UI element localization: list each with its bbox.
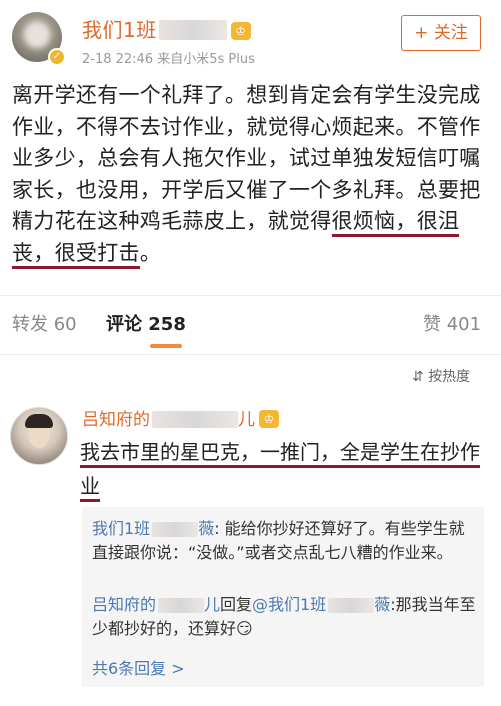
redacted-name <box>158 598 205 613</box>
commenter-avatar[interactable] <box>10 407 68 465</box>
post-body: 离开学还有一个礼拜了。想到肯定会有学生没完成作业，不得不去讨作业，就觉得心烦起来… <box>12 80 492 269</box>
tab-repost[interactable]: 转发 60 <box>12 310 77 336</box>
more-replies-link[interactable]: 共6条回复 > <box>92 655 185 679</box>
sort-icon: ⇵ <box>412 369 424 385</box>
smirk-emoji-icon: 😏 <box>236 619 253 638</box>
post-header: ✓ 我们1班 ♔ 2-18 22:46 来自小米5s Plus + 关注 <box>0 0 501 72</box>
mention-link[interactable]: @我们1班薇 <box>252 595 390 614</box>
comment-text: 我去市里的星巴克，一推门，全是学生在抄作业 <box>80 435 490 503</box>
post-meta: 2-18 22:46 来自小米5s Plus <box>82 52 255 67</box>
reply-item: 吕知府的 儿回复@我们1班 薇:那我当年至少都抄好的，还算好😏 <box>92 595 476 638</box>
sort-by-hot-button[interactable]: ⇵ 按热度 <box>412 366 470 386</box>
redacted-name <box>152 522 199 537</box>
reply-item: 我们1班 薇: 能给你抄好还算好了。有些学生就直接跟你说：“没做。”或者交点乱七八… <box>92 519 465 562</box>
stats-bar: 转发 60 评论 258 赞 401 <box>0 295 501 355</box>
reply-author[interactable]: 吕知府的儿 <box>92 595 220 614</box>
replies-box: 我们1班 薇: 能给你抄好还算好了。有些学生就直接跟你说：“没做。”或者交点乱七八… <box>82 507 484 687</box>
redacted-name <box>152 411 238 428</box>
active-tab-indicator <box>150 344 182 348</box>
vip-crown-icon: ♔ <box>259 410 279 428</box>
verified-badge-icon: ✓ <box>48 48 66 66</box>
redacted-name <box>158 20 227 40</box>
divider <box>0 354 501 355</box>
follow-button[interactable]: + 关注 <box>401 15 481 51</box>
redacted-name <box>328 598 375 613</box>
commenter-name[interactable]: 吕知府的儿 ♔ <box>82 405 279 430</box>
tab-comments[interactable]: 评论 258 <box>106 310 186 336</box>
vip-crown-icon: ♔ <box>230 22 251 40</box>
author-name[interactable]: 我们1班 ♔ <box>82 14 251 43</box>
reply-author[interactable]: 我们1班薇 <box>92 519 214 538</box>
tab-likes[interactable]: 赞 401 <box>423 310 481 336</box>
